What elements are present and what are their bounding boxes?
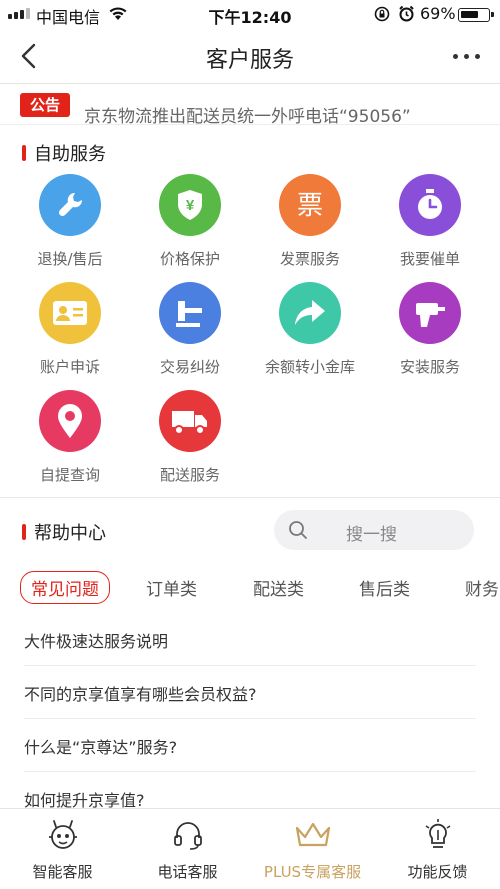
shield-yen-icon: ¥ <box>159 174 221 236</box>
service-label: 自提查询 <box>39 466 100 484</box>
faq-question: 大件极速达服务说明 <box>24 632 169 651</box>
orientation-lock-icon <box>374 6 390 22</box>
headset-icon <box>125 817 250 853</box>
dot-icon <box>474 53 480 59</box>
lightbulb-icon <box>375 817 500 853</box>
tab-label: 电话客服 <box>157 863 218 881</box>
battery-fill <box>461 11 478 18</box>
service-label: 余额转小金库 <box>264 358 355 376</box>
service-label: 价格保护 <box>159 250 220 268</box>
bottom-tab-bar: 智能客服 电话客服 PLUS专属客服 功能反馈 <box>0 808 500 889</box>
service-label: 交易纠纷 <box>159 358 220 376</box>
service-label: 安装服务 <box>399 358 460 376</box>
tab-common-questions[interactable]: 常见问题 <box>20 571 110 604</box>
faq-item[interactable]: 大件极速达服务说明 <box>24 613 476 666</box>
location-pin-icon <box>39 390 101 452</box>
faq-item[interactable]: 不同的京享值享有哪些会员权益? <box>24 666 476 719</box>
faq-question: 什么是“京尊达”服务? <box>24 738 178 757</box>
heading-accent-bar <box>22 145 26 161</box>
alarm-icon <box>399 5 414 22</box>
service-invoice[interactable]: 票 发票服务 <box>250 174 370 274</box>
service-label: 账户申诉 <box>39 358 100 376</box>
faq-category-tabs: 常见问题 订单类 配送类 售后类 财务 <box>20 571 500 605</box>
faq-item[interactable]: 什么是“京尊达”服务? <box>24 719 476 772</box>
search-icon <box>289 521 307 539</box>
service-account-appeal[interactable]: 账户申诉 <box>10 282 130 382</box>
tab-aftersale[interactable]: 售后类 <box>359 575 410 600</box>
service-label: 发票服务 <box>279 250 340 268</box>
robot-icon <box>0 817 125 853</box>
tab-label: PLUS专属客服 <box>263 863 362 881</box>
search-placeholder: 搜一搜 <box>346 525 397 545</box>
section-divider <box>0 497 500 498</box>
crown-icon <box>250 817 375 853</box>
service-installation[interactable]: 安装服务 <box>370 282 490 382</box>
help-center-title: 帮助中心 <box>34 523 106 544</box>
dot-icon <box>452 53 458 59</box>
tab-smart-service[interactable]: 智能客服 <box>0 817 125 882</box>
id-card-icon <box>39 282 101 344</box>
drill-icon <box>399 282 461 344</box>
service-balance-transfer[interactable]: 余额转小金库 <box>250 282 370 382</box>
tab-phone-service[interactable]: 电话客服 <box>125 817 250 882</box>
truck-icon <box>159 390 221 452</box>
ticket-icon: 票 <box>279 174 341 236</box>
service-returns-aftersale[interactable]: 退换/售后 <box>10 174 130 274</box>
battery-icon <box>458 8 494 22</box>
tab-plus-service[interactable]: PLUS专属客服 <box>250 817 375 882</box>
service-delivery[interactable]: 配送服务 <box>130 390 250 490</box>
tab-finance[interactable]: 财务 <box>465 575 499 600</box>
status-bar: 中国电信 下午12:40 69% <box>0 0 500 28</box>
tab-label: 智能客服 <box>32 863 93 881</box>
search-input[interactable]: 搜一搜 <box>274 510 474 550</box>
service-label: 退换/售后 <box>37 250 103 268</box>
gavel-icon <box>159 282 221 344</box>
faq-question: 不同的京享值享有哪些会员权益? <box>24 685 257 704</box>
announcement-text[interactable]: 京东物流推出配送员统一外呼电话“95056” <box>84 102 411 127</box>
service-label: 我要催单 <box>399 250 460 268</box>
service-trade-dispute[interactable]: 交易纠纷 <box>130 282 250 382</box>
battery-percent: 69% <box>420 4 456 23</box>
wrench-icon <box>39 174 101 236</box>
tab-delivery[interactable]: 配送类 <box>253 575 304 600</box>
service-price-protection[interactable]: ¥ 价格保护 <box>130 174 250 274</box>
help-center-heading: 帮助中心 <box>22 519 106 545</box>
announcement-bar[interactable]: 公告 京东物流推出配送员统一外呼电话“95056” <box>0 85 500 127</box>
heading-accent-bar <box>22 524 26 540</box>
dot-icon <box>463 53 469 59</box>
svg-text:¥: ¥ <box>186 197 195 214</box>
svg-text:票: 票 <box>297 191 323 221</box>
stopwatch-icon <box>399 174 461 236</box>
share-arrow-icon <box>279 282 341 344</box>
service-label: 配送服务 <box>159 466 220 484</box>
self-service-heading: 自助服务 <box>22 140 106 166</box>
service-urge-order[interactable]: 我要催单 <box>370 174 490 274</box>
nav-bar: 客户服务 <box>0 28 500 84</box>
announcement-badge: 公告 <box>20 93 70 117</box>
tab-label: 功能反馈 <box>407 863 468 881</box>
page-title: 客户服务 <box>205 48 294 73</box>
service-pickup-query[interactable]: 自提查询 <box>10 390 130 490</box>
customer-service-page: 中国电信 下午12:40 69% 客户服务 公告 京东物流推出配送员统一外呼电话… <box>0 0 500 889</box>
tab-orders[interactable]: 订单类 <box>146 575 197 600</box>
more-menu-button[interactable] <box>450 48 482 64</box>
self-service-title: 自助服务 <box>34 144 106 165</box>
tab-feedback[interactable]: 功能反馈 <box>375 817 500 882</box>
